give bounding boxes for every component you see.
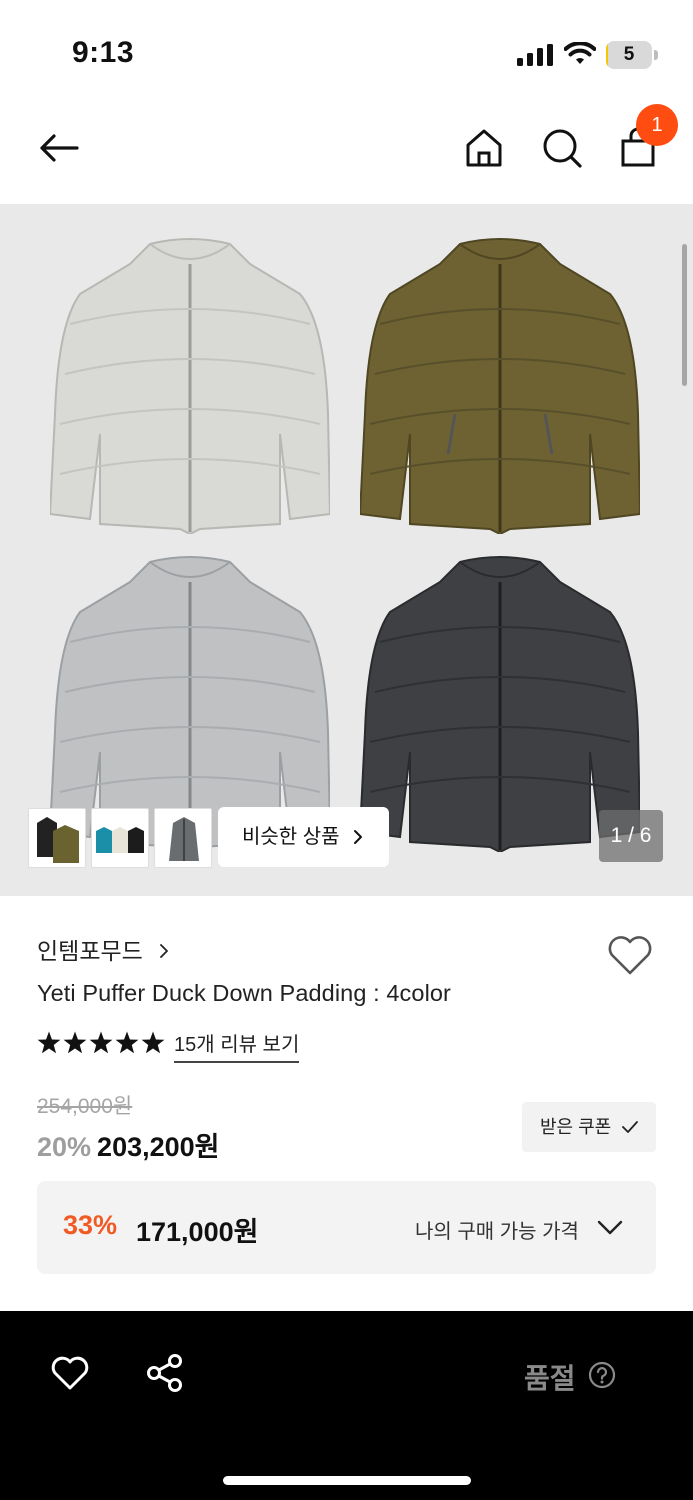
signal-icon <box>517 44 553 66</box>
chevron-right-icon <box>160 944 169 958</box>
battery-icon: 5 <box>606 41 658 69</box>
question-circle-icon[interactable] <box>588 1361 616 1389</box>
original-price: 254,000원 <box>37 1095 133 1118</box>
search-icon[interactable] <box>540 126 584 170</box>
jacket-olive-image <box>360 238 640 534</box>
product-title: Yeti Puffer Duck Down Padding : 4color <box>37 980 451 1006</box>
thumbnail-2[interactable] <box>91 808 149 868</box>
arrow-left-icon[interactable] <box>37 126 81 170</box>
status-bar: 9:13 5 <box>0 0 693 100</box>
my-purchase-price: 171,000원 <box>136 1217 259 1247</box>
share-icon[interactable] <box>145 1353 185 1393</box>
gallery-scrollbar[interactable] <box>682 244 687 386</box>
jacket-light-grey-image <box>50 238 330 534</box>
star-icon <box>115 1031 139 1054</box>
wifi-icon <box>564 42 596 64</box>
thumbnail-1[interactable] <box>28 808 86 868</box>
heart-icon[interactable] <box>50 1355 90 1391</box>
chevron-right-icon <box>354 830 362 844</box>
brand-name: 인템포무드 <box>37 938 143 964</box>
my-purchase-price-dropdown[interactable]: 33% 171,000원 나의 구매 가능 가격 <box>37 1181 656 1274</box>
jacket-charcoal-image <box>360 556 640 852</box>
received-coupon-button[interactable]: 받은 쿠폰 <box>522 1102 656 1152</box>
discount-rate: 20% <box>37 1132 92 1162</box>
gallery-page-indicator: 1 / 6 <box>599 810 663 862</box>
thumbnail-3[interactable] <box>154 808 212 868</box>
heart-icon[interactable] <box>606 934 654 976</box>
similar-products-button[interactable]: 비슷한 상품 <box>218 807 389 867</box>
similar-products-label: 비슷한 상품 <box>242 826 340 848</box>
review-link[interactable]: 15개 리뷰 보기 <box>174 1028 300 1063</box>
product-image-gallery[interactable]: 비슷한 상품 1 / 6 <box>0 204 693 896</box>
rating-stars <box>37 1031 165 1054</box>
star-icon <box>37 1031 61 1054</box>
coupon-label: 받은 쿠폰 <box>540 1117 612 1137</box>
star-icon <box>63 1031 87 1054</box>
status-time: 9:13 <box>72 36 135 69</box>
home-indicator <box>223 1476 471 1485</box>
bottom-action-bar: 품절 <box>0 1311 693 1500</box>
sale-price-row: 20% 203,200원 <box>37 1125 220 1164</box>
sale-price: 203,200원 <box>97 1132 220 1162</box>
my-discount-rate: 33% <box>63 1210 118 1240</box>
top-nav-bar: 1 <box>0 100 693 204</box>
battery-level: 5 <box>623 44 635 65</box>
cart-count-badge: 1 <box>636 104 678 146</box>
star-icon <box>141 1031 165 1054</box>
star-icon <box>89 1031 113 1054</box>
chevron-down-icon <box>597 1220 623 1235</box>
brand-link[interactable]: 인템포무드 <box>37 932 169 966</box>
sold-out-label: 품절 <box>524 1363 576 1394</box>
home-icon[interactable] <box>462 126 506 170</box>
my-purchase-price-label: 나의 구매 가능 가격 <box>415 1221 579 1243</box>
check-icon <box>622 1121 638 1133</box>
